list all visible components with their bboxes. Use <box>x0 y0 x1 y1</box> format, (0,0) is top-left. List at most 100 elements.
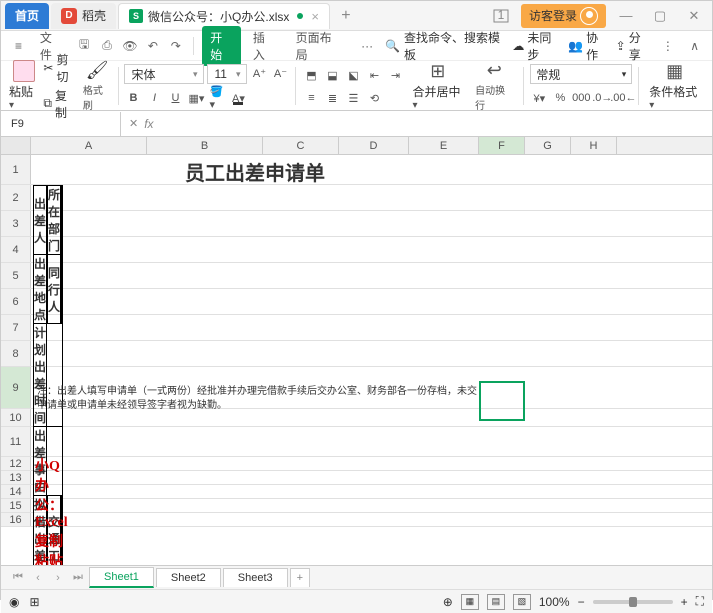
collapse-ribbon-icon[interactable]: ∧ <box>685 36 704 56</box>
bold-button[interactable]: B <box>124 89 142 107</box>
redo-icon[interactable]: ↷ <box>166 36 185 56</box>
cancel-formula-icon[interactable]: ✕ <box>129 117 138 130</box>
sheet-nav-first[interactable]: ⏮ <box>9 569 27 587</box>
zoom-out-button[interactable]: − <box>578 595 585 609</box>
col-header-G[interactable]: G <box>525 137 571 154</box>
decrease-decimal-button[interactable]: .00← <box>614 89 632 107</box>
font-color-button[interactable]: A▾ <box>229 89 247 107</box>
menu-more[interactable]: ··· <box>353 36 381 56</box>
row-header-10[interactable]: 10 <box>1 409 31 426</box>
preview-icon[interactable]: 👁 <box>120 36 139 56</box>
number-format-select[interactable]: 常规▾ <box>530 64 632 84</box>
menu-start[interactable]: 开始 <box>202 26 241 66</box>
sync-status[interactable]: ☁ 未同步 <box>512 29 560 63</box>
window-list-icon[interactable]: 1 <box>487 5 515 27</box>
close-window-button[interactable]: ✕ <box>680 5 708 27</box>
align-top-button[interactable]: ⬒ <box>302 66 320 84</box>
row-header-9[interactable]: 9 <box>1 367 31 408</box>
stats-icon[interactable]: ⊕ <box>443 595 453 609</box>
sheet-nav-last[interactable]: ⏭ <box>69 569 87 587</box>
italic-button[interactable]: I <box>145 89 163 107</box>
row-header-4[interactable]: 4 <box>1 237 31 262</box>
sheet-tab-2[interactable]: Sheet2 <box>156 568 221 587</box>
form-title[interactable]: 员工出差申请单 <box>35 157 475 186</box>
col-header-F[interactable]: F <box>479 137 525 154</box>
cell-r2a[interactable]: 出差地点 <box>34 255 47 324</box>
cell-note[interactable]: 注：出差人填写申请单（一式两份）经批准并办理完借款手续后交办公室、财务部各一份存… <box>37 385 477 413</box>
underline-button[interactable]: U <box>166 89 184 107</box>
font-size-select[interactable]: 11▾ <box>207 64 247 84</box>
cell-r1a[interactable]: 出差人 <box>34 186 47 255</box>
col-header-A[interactable]: A <box>31 137 147 154</box>
indent-decrease-button[interactable]: ⇤ <box>365 66 383 84</box>
row-header-2[interactable]: 2 <box>1 185 31 210</box>
col-header-D[interactable]: D <box>339 137 409 154</box>
row-header-12[interactable]: 12 <box>1 457 31 470</box>
tab-file[interactable]: S 微信公众号：小Q办公.xlsx × <box>118 3 330 29</box>
row-header-16[interactable]: 16 <box>1 513 31 526</box>
zoom-slider[interactable] <box>593 600 673 604</box>
row-header-14[interactable]: 14 <box>1 485 31 498</box>
close-tab-icon[interactable]: × <box>311 9 319 24</box>
login-button[interactable]: 访客登录 <box>521 4 606 28</box>
cell-r1c[interactable]: 所在部门 <box>48 186 61 255</box>
row-header-13[interactable]: 13 <box>1 471 31 484</box>
paste-button[interactable]: 粘贴 ▾ <box>9 60 39 111</box>
align-right-button[interactable]: ☰ <box>344 89 362 107</box>
increase-font-button[interactable]: A⁺ <box>250 64 268 82</box>
record-macro-icon[interactable]: ◉ <box>9 595 19 609</box>
orientation-button[interactable]: ⟲ <box>365 89 383 107</box>
row-header-1[interactable]: 1 <box>1 155 31 184</box>
fx-icon[interactable]: fx <box>144 117 153 131</box>
font-select[interactable]: 宋体▾ <box>124 64 204 84</box>
view-normal-button[interactable]: ▦ <box>461 594 479 610</box>
cut-button[interactable]: ✂剪切 <box>43 51 78 85</box>
align-left-button[interactable]: ≡ <box>302 89 320 107</box>
zoom-value[interactable]: 100% <box>539 595 570 609</box>
percent-button[interactable]: % <box>551 89 569 107</box>
col-header-B[interactable]: B <box>147 137 263 154</box>
increase-decimal-button[interactable]: .0→ <box>593 89 611 107</box>
cell-red-text[interactable]: 小Q办公：Excel复制粘贴表格怎么保留原格式不变？ <box>35 455 68 565</box>
minimize-button[interactable]: — <box>612 5 640 27</box>
col-header-H[interactable]: H <box>571 137 617 154</box>
col-header-C[interactable]: C <box>263 137 339 154</box>
decrease-font-button[interactable]: A⁻ <box>271 64 289 82</box>
comma-button[interactable]: 000 <box>572 89 590 107</box>
tab-daogou[interactable]: D 稻壳 <box>51 3 116 29</box>
menu-layout[interactable]: 页面布局 <box>288 26 349 66</box>
sheet-tab-3[interactable]: Sheet3 <box>223 568 288 587</box>
undo-icon[interactable]: ↶ <box>143 36 162 56</box>
col-header-E[interactable]: E <box>409 137 479 154</box>
menu-insert[interactable]: 插入 <box>245 26 284 66</box>
row-header-5[interactable]: 5 <box>1 263 31 288</box>
conditional-format-button[interactable]: ▦条件格式▾ <box>645 61 704 111</box>
merge-center-button[interactable]: ⊞合并居中▾ <box>408 61 467 111</box>
row-header-7[interactable]: 7 <box>1 315 31 340</box>
row-header-3[interactable]: 3 <box>1 211 31 236</box>
wrap-text-button[interactable]: ↩自动换行 <box>471 60 517 112</box>
sheet-nav-next[interactable]: › <box>49 569 67 587</box>
view-page-button[interactable]: ▤ <box>487 594 505 610</box>
status-settings-icon[interactable]: ⊞ <box>29 595 39 609</box>
align-middle-button[interactable]: ⬓ <box>323 66 341 84</box>
search-input[interactable]: 🔍 查找命令、搜索模板 <box>385 29 504 63</box>
maximize-button[interactable]: ▢ <box>646 5 674 27</box>
add-sheet-button[interactable]: + <box>290 568 310 587</box>
more-menu-icon[interactable]: ⋮ <box>658 36 677 56</box>
name-box[interactable]: F9 <box>1 112 121 136</box>
currency-button[interactable]: ¥▾ <box>530 89 548 107</box>
align-center-button[interactable]: ≣ <box>323 89 341 107</box>
cell-r2c[interactable]: 同行人 <box>48 255 61 324</box>
format-painter-button[interactable]: 🖌 格式刷 <box>83 60 112 112</box>
tab-home[interactable]: 首页 <box>5 3 49 29</box>
share-button[interactable]: ⇪ 分享 <box>616 29 651 63</box>
row-header-8[interactable]: 8 <box>1 341 31 366</box>
align-bottom-button[interactable]: ⬕ <box>344 66 362 84</box>
sheet-nav-prev[interactable]: ‹ <box>29 569 47 587</box>
sheet-tab-1[interactable]: Sheet1 <box>89 567 154 588</box>
row-header-15[interactable]: 15 <box>1 499 31 512</box>
fullscreen-icon[interactable]: ⛶ <box>696 594 704 609</box>
view-break-button[interactable]: ▧ <box>513 594 531 610</box>
row-header-6[interactable]: 6 <box>1 289 31 314</box>
